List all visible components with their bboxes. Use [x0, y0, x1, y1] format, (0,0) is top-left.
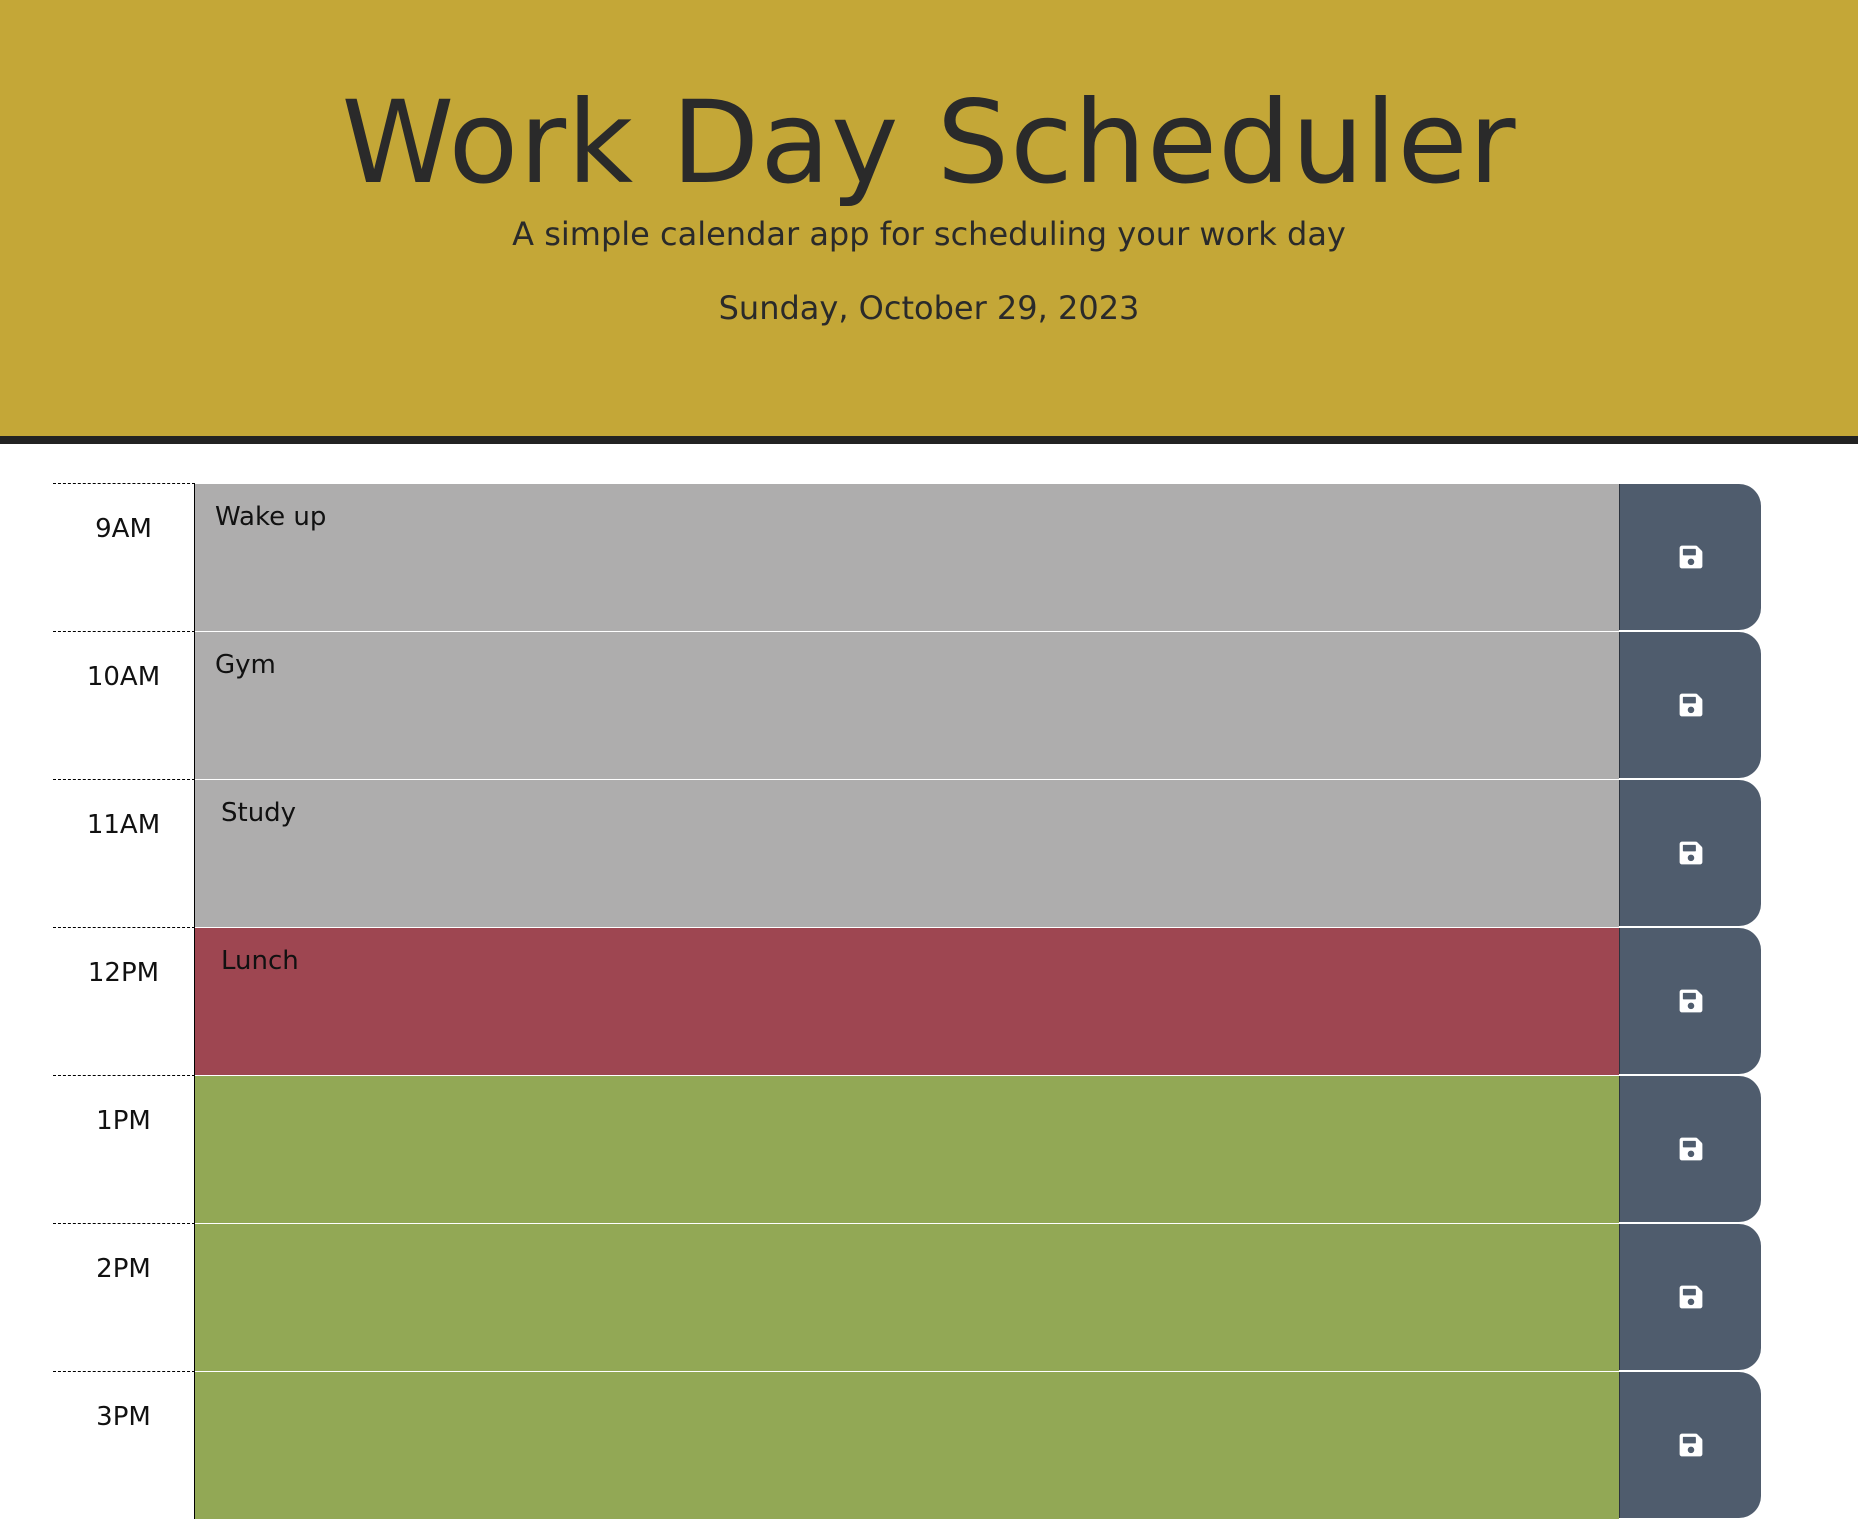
- hour-label: 10AM: [53, 631, 195, 779]
- save-button[interactable]: [1619, 1076, 1761, 1222]
- event-description[interactable]: [195, 1223, 1619, 1371]
- hour-label: 11AM: [53, 779, 195, 927]
- save-button[interactable]: [1619, 928, 1761, 1074]
- save-icon: [1678, 840, 1704, 866]
- save-button[interactable]: [1619, 484, 1761, 630]
- hour-label: 3PM: [53, 1371, 195, 1519]
- time-block: 1PM: [53, 1075, 1763, 1223]
- hour-label: 12PM: [53, 927, 195, 1075]
- time-block: 11AM Study: [53, 779, 1763, 927]
- time-block: 12PM Lunch: [53, 927, 1763, 1075]
- hour-label: 9AM: [53, 483, 195, 631]
- save-icon: [1678, 1432, 1704, 1458]
- hour-label: 2PM: [53, 1223, 195, 1371]
- save-icon: [1678, 1136, 1704, 1162]
- current-date: Sunday, October 29, 2023: [718, 289, 1140, 327]
- save-button[interactable]: [1619, 1372, 1761, 1518]
- event-description[interactable]: Study: [195, 779, 1619, 927]
- page-title: Work Day Scheduler: [341, 76, 1517, 209]
- save-button[interactable]: [1619, 632, 1761, 778]
- time-block: 10AM Gym: [53, 631, 1763, 779]
- event-description[interactable]: Lunch: [195, 927, 1619, 1075]
- event-description[interactable]: [195, 1371, 1619, 1519]
- save-button[interactable]: [1619, 780, 1761, 926]
- save-icon: [1678, 544, 1704, 570]
- save-button[interactable]: [1619, 1224, 1761, 1370]
- event-description[interactable]: [195, 1075, 1619, 1223]
- save-icon: [1678, 1284, 1704, 1310]
- save-icon: [1678, 692, 1704, 718]
- hour-label: 1PM: [53, 1075, 195, 1223]
- time-block: 3PM: [53, 1371, 1763, 1519]
- event-description[interactable]: Gym: [195, 631, 1619, 779]
- save-icon: [1678, 988, 1704, 1014]
- page-subtitle: A simple calendar app for scheduling you…: [512, 215, 1346, 253]
- time-block: 9AM Wake up: [53, 483, 1763, 631]
- event-description[interactable]: Wake up: [195, 483, 1619, 631]
- time-block: 2PM: [53, 1223, 1763, 1371]
- header: Work Day Scheduler A simple calendar app…: [0, 0, 1858, 444]
- schedule: 9AM Wake up 10AM Gym 11AM Study 12PM Lun…: [53, 483, 1763, 1519]
